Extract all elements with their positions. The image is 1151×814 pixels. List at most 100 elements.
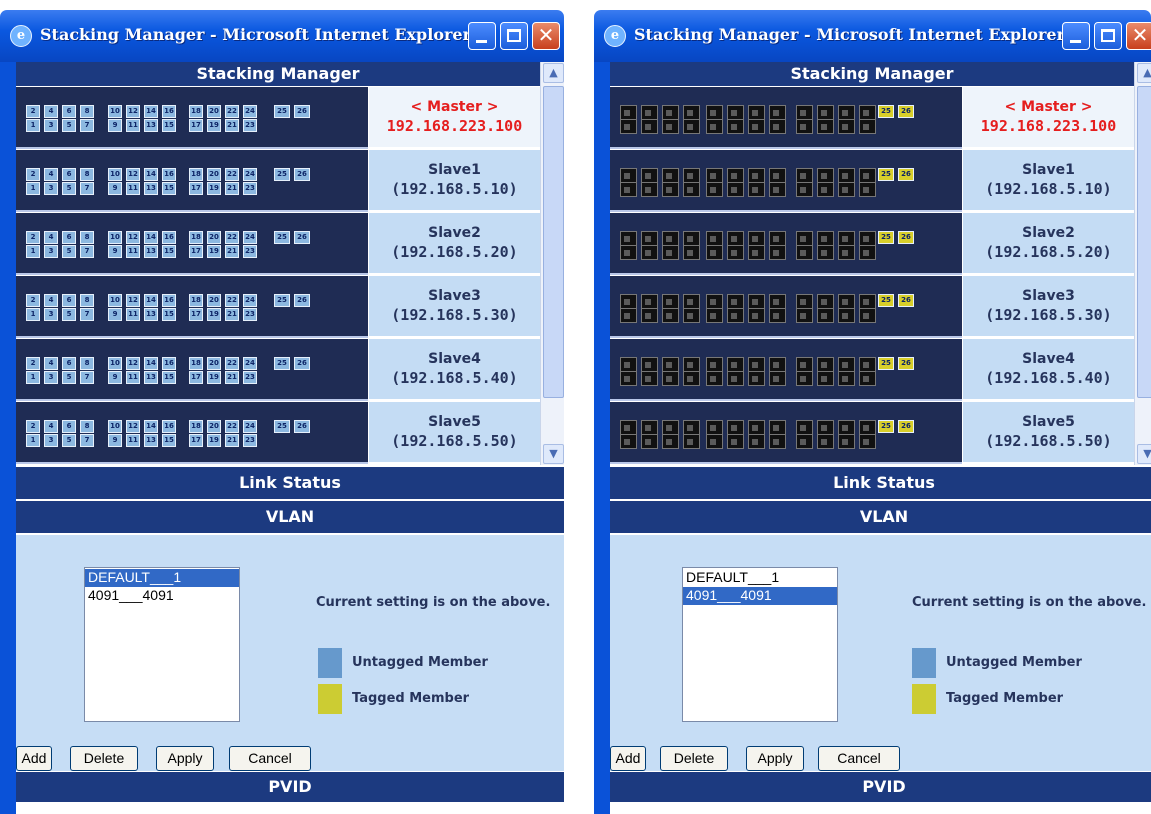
port-10[interactable]: 10 <box>108 294 122 307</box>
port-18[interactable]: 18 <box>189 357 203 370</box>
port-14[interactable]: 14 <box>144 420 158 433</box>
port-18[interactable]: 18 <box>189 420 203 433</box>
port-8[interactable]: 8 <box>80 420 94 433</box>
port-18[interactable] <box>796 357 813 372</box>
port-19[interactable] <box>817 245 834 260</box>
port-17[interactable]: 17 <box>189 434 203 447</box>
slave-unit-label[interactable]: Slave2 (192.168.5.20) <box>962 213 1134 275</box>
port-6[interactable] <box>662 231 679 246</box>
port-15[interactable] <box>769 245 786 260</box>
close-button[interactable]: ✕ <box>1126 22 1151 50</box>
port-5[interactable] <box>662 182 679 197</box>
port-5[interactable]: 5 <box>62 245 76 258</box>
port-24[interactable] <box>859 420 876 435</box>
port-3[interactable]: 3 <box>44 371 58 384</box>
port-5[interactable]: 5 <box>62 182 76 195</box>
port-12[interactable]: 12 <box>126 168 140 181</box>
port-17[interactable] <box>796 308 813 323</box>
port-24[interactable]: 24 <box>243 231 257 244</box>
port-22[interactable] <box>838 420 855 435</box>
port-24[interactable]: 24 <box>243 105 257 118</box>
port-20[interactable] <box>817 357 834 372</box>
pvid-bar[interactable]: PVID <box>610 772 1151 802</box>
port-24[interactable] <box>859 231 876 246</box>
port-13[interactable]: 13 <box>144 119 158 132</box>
port-1[interactable]: 1 <box>26 308 40 321</box>
port-4[interactable] <box>641 105 658 120</box>
scroll-down-icon[interactable]: ▼ <box>543 444 564 464</box>
port-9[interactable]: 9 <box>108 119 122 132</box>
port-8[interactable] <box>683 294 700 309</box>
port-9[interactable]: 9 <box>108 308 122 321</box>
switch-front-panel[interactable]: 2 1 4 3 6 5 8 7 10 9 12 11 14 13 16 15 18 17 20 19 22 21 24 23 2… <box>16 276 368 338</box>
slave-unit-label[interactable]: Slave1 (192.168.5.10) <box>368 150 540 212</box>
port-18[interactable]: 18 <box>189 294 203 307</box>
port-6[interactable]: 6 <box>62 231 76 244</box>
port-10[interactable]: 10 <box>108 105 122 118</box>
port-26[interactable]: 26 <box>898 105 914 118</box>
port-17[interactable]: 17 <box>189 245 203 258</box>
port-4[interactable] <box>641 231 658 246</box>
port-5[interactable] <box>662 308 679 323</box>
switch-front-panel[interactable]: 2 1 4 3 6 5 8 7 10 9 12 11 14 13 16 15 18 17 20 19 22 21 24 23 2… <box>16 402 368 464</box>
port-13[interactable] <box>748 245 765 260</box>
port-17[interactable] <box>796 119 813 134</box>
port-8[interactable]: 8 <box>80 105 94 118</box>
port-12[interactable] <box>727 168 744 183</box>
port-18[interactable]: 18 <box>189 231 203 244</box>
switch-front-panel[interactable]: 25 26 <box>610 213 962 275</box>
apply-button[interactable]: Apply <box>746 746 804 771</box>
port-2[interactable] <box>620 294 637 309</box>
port-24[interactable]: 24 <box>243 357 257 370</box>
switch-front-panel[interactable]: 25 26 <box>610 150 962 212</box>
port-3[interactable]: 3 <box>44 308 58 321</box>
maximize-button[interactable] <box>1094 22 1122 50</box>
port-21[interactable] <box>838 371 855 386</box>
port-9[interactable] <box>706 371 723 386</box>
port-6[interactable] <box>662 420 679 435</box>
port-14[interactable] <box>748 294 765 309</box>
port-10[interactable]: 10 <box>108 420 122 433</box>
port-23[interactable]: 23 <box>243 182 257 195</box>
port-11[interactable]: 11 <box>126 245 140 258</box>
delete-button[interactable]: Delete <box>660 746 728 771</box>
vlan-option-4091[interactable]: 4091___4091 <box>683 587 837 605</box>
port-6[interactable]: 6 <box>62 168 76 181</box>
port-23[interactable] <box>859 245 876 260</box>
port-22[interactable] <box>838 357 855 372</box>
port-19[interactable]: 19 <box>207 182 221 195</box>
link-status-bar[interactable]: Link Status <box>610 467 1151 499</box>
port-18[interactable] <box>796 420 813 435</box>
port-25[interactable]: 25 <box>878 420 894 433</box>
port-5[interactable] <box>662 245 679 260</box>
port-8[interactable] <box>683 420 700 435</box>
port-10[interactable] <box>706 420 723 435</box>
port-26[interactable]: 26 <box>294 231 310 244</box>
port-12[interactable]: 12 <box>126 357 140 370</box>
port-17[interactable]: 17 <box>189 308 203 321</box>
slave-unit-label[interactable]: Slave5 (192.168.5.50) <box>962 402 1134 464</box>
port-3[interactable] <box>641 119 658 134</box>
port-9[interactable] <box>706 434 723 449</box>
port-22[interactable]: 22 <box>225 294 239 307</box>
port-16[interactable]: 16 <box>162 420 176 433</box>
port-14[interactable] <box>748 168 765 183</box>
port-13[interactable]: 13 <box>144 245 158 258</box>
delete-button[interactable]: Delete <box>70 746 138 771</box>
port-7[interactable] <box>683 182 700 197</box>
port-7[interactable]: 7 <box>80 119 94 132</box>
port-19[interactable] <box>817 308 834 323</box>
port-6[interactable] <box>662 294 679 309</box>
port-4[interactable]: 4 <box>44 357 58 370</box>
port-11[interactable] <box>727 434 744 449</box>
port-25[interactable]: 25 <box>274 420 290 433</box>
port-24[interactable] <box>859 357 876 372</box>
port-16[interactable] <box>769 168 786 183</box>
port-22[interactable] <box>838 105 855 120</box>
port-4[interactable]: 4 <box>44 294 58 307</box>
port-11[interactable]: 11 <box>126 119 140 132</box>
switch-front-panel[interactable]: 25 26 <box>610 402 962 464</box>
port-15[interactable]: 15 <box>162 182 176 195</box>
port-21[interactable] <box>838 434 855 449</box>
port-3[interactable] <box>641 182 658 197</box>
